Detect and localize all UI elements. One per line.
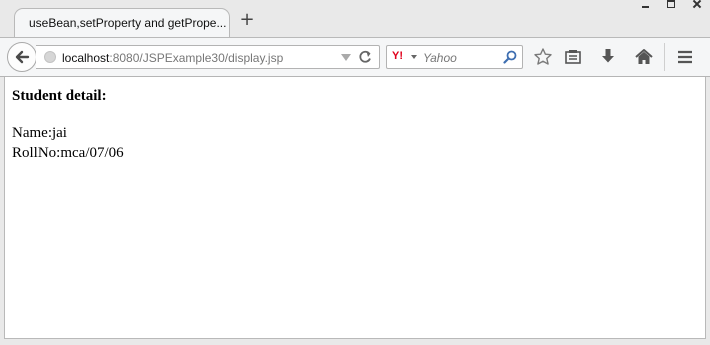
url-host: localhost xyxy=(62,51,110,65)
url-bar[interactable]: localhost:8080/JSPExample30/display.jsp xyxy=(36,45,380,69)
tab-title: useBean,setProperty and getPrope... xyxy=(29,16,227,30)
search-placeholder: Yahoo xyxy=(423,51,457,65)
toolbar-separator xyxy=(664,43,665,71)
download-icon[interactable] xyxy=(598,47,618,67)
url-path: :8080/JSPExample30/display.jsp xyxy=(109,51,284,65)
page-content: Student detail: Name:jai RollNo:mca/07/0… xyxy=(4,77,706,339)
reading-list-icon[interactable] xyxy=(563,47,583,67)
page-heading: Student detail: xyxy=(12,88,107,104)
back-arrow-icon xyxy=(15,50,30,64)
home-icon[interactable] xyxy=(634,47,654,67)
url-text[interactable]: localhost:8080/JSPExample30/display.jsp xyxy=(62,51,283,65)
new-tab-button[interactable]: + xyxy=(238,10,256,30)
reload-icon[interactable] xyxy=(357,49,373,65)
bookmark-star-icon[interactable] xyxy=(533,47,553,67)
student-rollno: RollNo:mca/07/06 xyxy=(12,145,124,161)
student-name: Name:jai xyxy=(12,125,67,141)
back-button[interactable] xyxy=(7,42,37,72)
maximize-icon[interactable] xyxy=(658,0,684,10)
window-controls xyxy=(632,0,710,10)
close-icon[interactable] xyxy=(684,0,710,10)
search-bar[interactable]: Y! Yahoo xyxy=(386,45,523,69)
yahoo-logo[interactable]: Y! xyxy=(392,50,410,63)
search-icon[interactable] xyxy=(503,50,517,64)
search-engine-dropdown-icon[interactable] xyxy=(411,55,417,59)
minimize-icon[interactable] xyxy=(632,0,658,10)
navigation-toolbar: localhost:8080/JSPExample30/display.jsp … xyxy=(0,37,710,77)
menu-icon[interactable] xyxy=(675,47,695,67)
tab-active[interactable]: useBean,setProperty and getPrope... xyxy=(14,8,230,38)
dropdown-icon[interactable] xyxy=(341,54,351,61)
globe-icon xyxy=(44,51,56,63)
